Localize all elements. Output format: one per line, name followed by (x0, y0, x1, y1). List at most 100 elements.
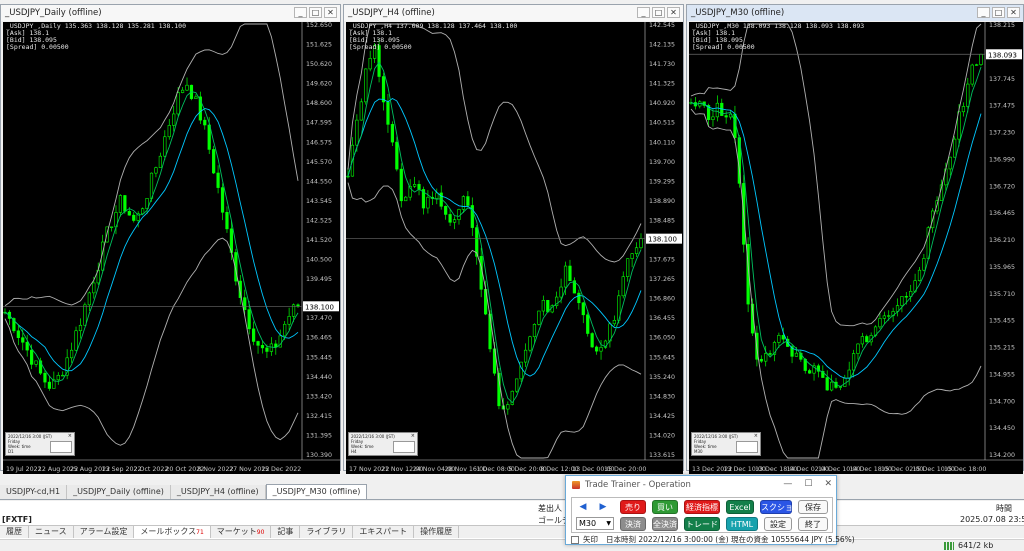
candle-body (92, 282, 96, 294)
price-tag-label: 138.100 (648, 236, 677, 244)
terminal-tab[interactable]: 操作履歴 (414, 526, 460, 538)
close-icon[interactable]: × (68, 434, 72, 439)
price-axis-label: 136.455 (649, 315, 675, 322)
indicators-button[interactable]: 経済指標 (684, 500, 720, 514)
candle-body (639, 238, 643, 249)
session-widget[interactable]: 2022/12/16 3:00 (JST) Friday Week: time M30… (691, 432, 761, 456)
close-icon[interactable]: × (754, 434, 758, 439)
chart-canvas[interactable]: 138.100 152.650 151.625 150.620 149.620 148.6… (3, 22, 340, 474)
chart-tab-m30[interactable]: _USDJPY_M30 (offline) (265, 484, 368, 499)
close-icon[interactable]: × (411, 434, 415, 439)
close-icon[interactable]: ✕ (1007, 7, 1020, 18)
price-axis-label: 141.730 (649, 61, 675, 68)
chart-tab-h4[interactable]: _USDJPY_H4 (offline) (170, 485, 266, 499)
terminal-message-row[interactable]: [FXTF] ゴールデンウ 2025.07.08 23:58 (0, 513, 1024, 525)
candle-body (966, 83, 970, 107)
settings-button[interactable]: 設定 (764, 517, 792, 531)
price-axis-label: 134.200 (989, 452, 1015, 459)
close-icon[interactable]: ✕ (824, 479, 832, 489)
settle-button[interactable]: 決済 (620, 517, 646, 531)
minimize-icon[interactable]: _ (637, 7, 650, 18)
candle-body (711, 116, 715, 120)
chart-window-daily[interactable]: _USDJPY_Daily (offline) _ □ ✕ 138.100 152.650… (0, 4, 341, 474)
trade-button[interactable]: トレード (684, 517, 720, 531)
maximize-icon[interactable]: □ (309, 7, 322, 18)
candle-body (461, 196, 466, 210)
trainer-status-text: 日本時刻 2022/12/16 3:00:00 (金) 現在の資金 105556… (606, 535, 855, 544)
close-icon[interactable]: ✕ (324, 7, 337, 18)
candle-body (764, 353, 768, 362)
minimize-icon[interactable]: — (783, 479, 792, 489)
chart-titlebar[interactable]: _USDJPY_Daily (offline) _ □ ✕ (1, 5, 340, 21)
candle-body (172, 113, 176, 126)
price-axis-label: 136.720 (989, 183, 1015, 190)
close-icon[interactable]: ✕ (667, 7, 680, 18)
next-bar-button[interactable]: ▶ (596, 501, 610, 514)
candle-body (260, 345, 265, 349)
price-axis-label: 135.240 (649, 374, 675, 381)
maximize-icon[interactable]: ☐ (804, 479, 812, 489)
price-axis-label: 146.575 (306, 139, 332, 146)
candle-body (724, 115, 728, 118)
screenshot-button[interactable]: スクショ (760, 500, 793, 514)
message-time: 2025.07.08 23:58 (960, 515, 1024, 524)
save-button[interactable]: 保存 (798, 500, 828, 514)
chart-canvas[interactable]: 138.093 138.215 137.745 137.475 137.230 136.9… (689, 22, 1023, 474)
chart-canvas[interactable]: 138.100 142.545 142.135 141.730 141.325 140.9… (346, 22, 683, 474)
candle-body (882, 315, 886, 319)
terminal-tab-label: アラーム設定 (79, 527, 128, 536)
terminal-tab[interactable]: ライブラリ (300, 526, 354, 538)
price-axis-label: 135.710 (989, 291, 1015, 298)
candle-body (34, 360, 38, 365)
price-axis-label: 148.600 (306, 100, 332, 107)
buy-button[interactable]: 買い (652, 500, 678, 514)
terminal-tab[interactable]: ニュース (29, 526, 74, 538)
prev-bar-button[interactable]: ◀ (576, 501, 590, 514)
chart-titlebar[interactable]: _USDJPY_M30 (offline) _ □ ✕ (687, 5, 1023, 21)
maximize-icon[interactable]: □ (652, 7, 665, 18)
price-axis-label: 137.475 (989, 103, 1015, 110)
candle-body (118, 195, 123, 213)
candle-body (61, 374, 65, 377)
session-widget[interactable]: 2022/12/16 3:00 (JST) Friday Week: time H4 × (348, 432, 418, 456)
candle-body (581, 302, 585, 316)
price-tag-label: 138.093 (988, 51, 1017, 59)
minimize-icon[interactable]: _ (294, 7, 307, 18)
terminal-tab[interactable]: マーケット90 (211, 526, 272, 538)
arrow-checkbox[interactable] (571, 535, 579, 544)
price-axis-label: 144.550 (306, 178, 332, 185)
chart-tab-daily[interactable]: _USDJPY_Daily (offline) (67, 485, 171, 499)
chart-window-m30[interactable]: _USDJPY_M30 (offline) _ □ ✕ 138.093 138.215 13… (686, 4, 1024, 474)
time-axis-label: 15 Dec 20:00 (604, 466, 646, 473)
chevron-down-icon: ▼ (606, 520, 611, 527)
timeframe-select[interactable]: M30 ▼ (576, 517, 614, 530)
sell-button[interactable]: 売り (620, 500, 646, 514)
candles (346, 38, 643, 415)
terminal-tab[interactable]: 記事 (271, 526, 301, 538)
candle-body (865, 336, 869, 343)
candle-body (220, 187, 225, 213)
candle-body (626, 258, 630, 277)
terminal-tab[interactable]: アラーム設定 (74, 526, 135, 538)
time-axis-label: 2 Oct 2022 (134, 466, 169, 473)
minimize-icon[interactable]: _ (977, 7, 990, 18)
candle-body (265, 347, 269, 352)
excel-button[interactable]: Excel (726, 500, 754, 514)
terminal-header-row: 差出人 時間 (0, 501, 1024, 513)
html-button[interactable]: HTML (726, 517, 758, 531)
trainer-titlebar[interactable]: Trade Trainer - Operation — ☐ ✕ (566, 476, 836, 494)
terminal-tab[interactable]: メールボックス71 (134, 526, 211, 538)
terminal-tab[interactable]: エキスパート (353, 526, 415, 538)
end-button[interactable]: 終了 (798, 517, 828, 531)
candle-body (47, 381, 51, 389)
settle-all-button[interactable]: 全決済 (652, 517, 678, 531)
chart-window-h4[interactable]: _USDJPY_H4 (offline) _ □ ✕ 138.100 142.545 142… (343, 4, 684, 474)
session-widget[interactable]: 2022/12/16 3:00 (JST) Friday Week: time D1 × (5, 432, 75, 456)
candle-body (794, 352, 799, 357)
chart-titlebar[interactable]: _USDJPY_H4 (offline) _ □ ✕ (344, 5, 683, 21)
terminal-tab-bar: 履歴 ニュース アラーム設定 メールボックス71 マーケット90 記事 ライブラリ エキスパー… (0, 525, 1024, 538)
maximize-icon[interactable]: □ (992, 7, 1005, 18)
chart-tab-usdjpy-h1[interactable]: USDJPY-cd,H1 (0, 485, 68, 499)
session-gauge (50, 441, 72, 453)
terminal-tab[interactable]: 履歴 (0, 526, 29, 538)
